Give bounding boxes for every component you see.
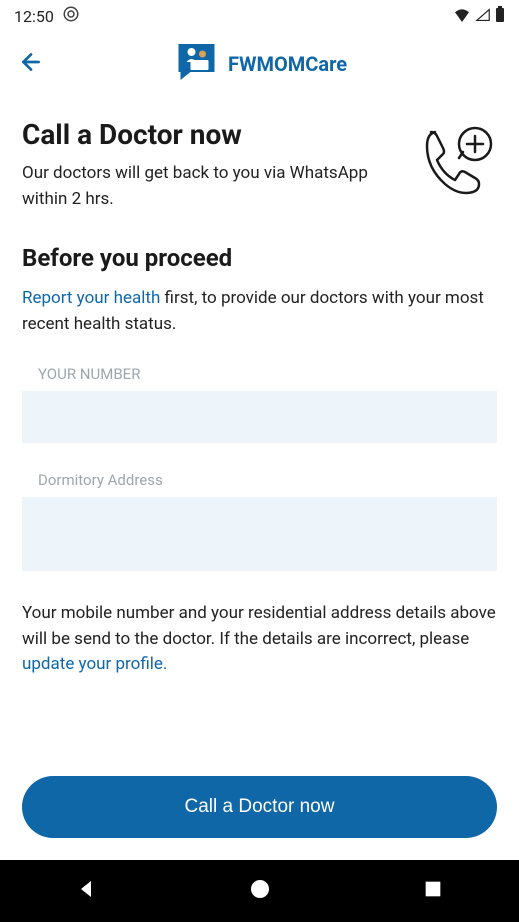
wifi-icon xyxy=(453,7,471,26)
info-text: Your mobile number and your residential … xyxy=(22,601,497,678)
nav-recent-icon[interactable] xyxy=(422,878,444,904)
app-logo-icon xyxy=(172,38,220,90)
phone-medical-icon xyxy=(417,122,497,206)
battery-icon xyxy=(495,6,505,26)
system-nav-bar xyxy=(0,860,519,922)
main-content: Call a Doctor now Our doctors will get b… xyxy=(0,96,519,776)
signal-icon xyxy=(475,7,491,26)
status-time: 12:50 xyxy=(14,7,54,26)
call-doctor-button[interactable]: Call a Doctor now xyxy=(22,776,497,838)
number-label: YOUR NUMBER xyxy=(22,365,497,383)
app-title: FWMOMCare xyxy=(228,52,347,76)
app-header: FWMOMCare xyxy=(0,32,519,96)
page-title: Call a Doctor now xyxy=(22,118,382,151)
number-input[interactable] xyxy=(22,391,497,443)
nav-back-icon[interactable] xyxy=(75,877,99,905)
do-not-disturb-icon xyxy=(62,5,80,27)
status-bar: 12:50 xyxy=(0,0,519,32)
update-profile-link[interactable]: update your profile. xyxy=(22,654,167,674)
page-subtitle: Our doctors will get back to you via Wha… xyxy=(22,161,382,212)
before-proceed-heading: Before you proceed xyxy=(22,244,497,272)
back-button[interactable] xyxy=(18,49,44,79)
report-health-link[interactable]: Report your health xyxy=(22,288,160,308)
proceed-text: Report your health first, to provide our… xyxy=(22,286,497,337)
nav-home-icon[interactable] xyxy=(248,877,272,905)
info-text-before: Your mobile number and your residential … xyxy=(22,603,496,649)
address-input[interactable] xyxy=(22,497,497,571)
address-label: Dormitory Address xyxy=(22,471,497,489)
